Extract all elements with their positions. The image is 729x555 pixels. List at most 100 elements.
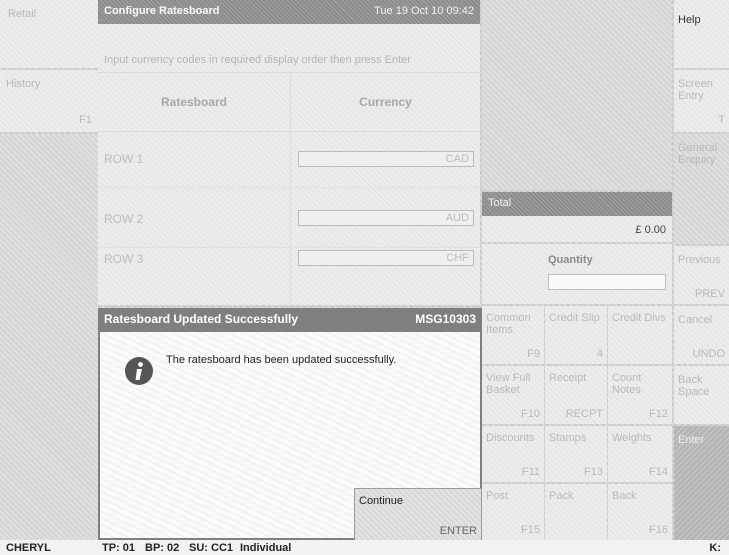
header-currency: Currency <box>290 73 480 131</box>
total-amount: £ 0.00 <box>635 224 666 236</box>
history-button[interactable]: History F1 <box>0 70 98 132</box>
screen-entry-button[interactable]: Screen Entry T <box>674 70 729 132</box>
screen-datetime: Tue 19 Oct 10 09:42 <box>374 5 474 17</box>
retail-label: Retail <box>8 8 37 20</box>
keypad-key: F14 <box>649 466 668 478</box>
column-divider <box>290 248 291 305</box>
currency-field-row-2[interactable]: AUD <box>298 210 474 226</box>
row-label: ROW 2 <box>104 212 144 226</box>
keypad-key: 4 <box>596 348 603 360</box>
keypad-button[interactable]: Discounts F11 <box>482 426 544 482</box>
general-enquiry-label: General Enquiry <box>678 142 718 166</box>
keypad-label: Credit Divs <box>612 312 666 324</box>
keypad-button[interactable]: Credit Slip 4 <box>545 306 607 364</box>
previous-button[interactable]: Previous PREV <box>674 246 729 304</box>
table-row: ROW 3 CHF <box>98 248 480 305</box>
status-tp: TP: 01 <box>102 542 136 554</box>
history-key: F1 <box>79 114 92 126</box>
table-row: ROW 1 CAD <box>98 132 480 188</box>
row-label: ROW 3 <box>104 252 144 266</box>
cancel-button[interactable]: Cancel UNDO <box>674 306 729 364</box>
dialog-title-bar: Ratesboard Updated Successfully MSG10303 <box>98 308 482 330</box>
previous-key: PREV <box>695 288 725 300</box>
info-icon <box>124 356 154 386</box>
enter-button[interactable]: Enter <box>674 426 729 540</box>
screen-title: Configure Ratesboard <box>104 5 220 17</box>
status-mode: Individual <box>240 542 292 554</box>
left-panel-bottom <box>0 134 98 540</box>
help-label: Help <box>678 14 701 26</box>
keypad-key: F9 <box>527 348 540 360</box>
keypad-key: F15 <box>521 524 540 536</box>
keypad-button[interactable]: Pack <box>545 484 607 540</box>
keypad-label: Common Items <box>486 312 531 336</box>
previous-label: Previous <box>678 254 721 266</box>
column-divider <box>290 188 291 248</box>
screen-title-bar: Configure Ratesboard Tue 19 Oct 10 09:42 <box>98 0 480 24</box>
status-right: K: <box>709 542 721 554</box>
keypad-label: Back <box>612 490 637 502</box>
dialog-body: The ratesboard has been updated successf… <box>98 330 482 542</box>
dialog-title: Ratesboard Updated Successfully <box>104 312 299 326</box>
header-ratesboard: Ratesboard <box>160 95 228 109</box>
column-divider <box>290 132 291 188</box>
quantity-label: Quantity <box>548 254 593 266</box>
left-panel-top: Retail <box>0 0 98 68</box>
dialog-message: The ratesboard has been updated successf… <box>166 354 397 366</box>
screen-entry-label: Screen Entry <box>678 78 713 102</box>
continue-label: Continue <box>359 495 404 507</box>
quantity-input[interactable] <box>548 274 666 290</box>
continue-key: ENTER <box>439 525 477 537</box>
keypad-button[interactable]: View Full Basket F10 <box>482 366 544 424</box>
keypad-label: Count Notes <box>612 372 642 396</box>
keypad-key: F13 <box>584 466 603 478</box>
general-enquiry-button[interactable]: General Enquiry <box>674 134 729 244</box>
cancel-key: UNDO <box>692 348 725 360</box>
row-label: ROW 1 <box>104 152 144 166</box>
keypad-button[interactable]: Back F16 <box>608 484 672 540</box>
keypad-button[interactable]: Post F15 <box>482 484 544 540</box>
status-su: SU: CC1 <box>189 542 234 554</box>
keypad-button[interactable]: Credit Divs <box>608 306 672 364</box>
instruction-text: Input currency codes in required display… <box>104 54 411 66</box>
total-amount-box: £ 0.00 <box>482 216 672 242</box>
message-dialog: Ratesboard Updated Successfully MSG10303… <box>98 308 482 542</box>
config-screen: Configure Ratesboard Tue 19 Oct 10 09:42… <box>98 0 480 305</box>
keypad-label: Post <box>486 490 509 502</box>
status-user: CHERYL <box>6 542 51 554</box>
keypad-label: Stamps <box>549 432 587 444</box>
back-space-button[interactable]: Back Space <box>674 366 729 424</box>
continue-button[interactable]: Continue ENTER <box>354 488 482 542</box>
keypad-button[interactable]: Weights F14 <box>608 426 672 482</box>
history-label: History <box>6 78 41 90</box>
quantity-panel: Quantity <box>482 244 672 304</box>
table-header: Ratesboard Currency <box>98 72 480 132</box>
enter-label: Enter <box>678 434 705 446</box>
keypad-label: Discounts <box>486 432 535 444</box>
keypad-label: Pack <box>549 490 574 502</box>
keypad-label: View Full Basket <box>486 372 531 396</box>
keypad-key: F10 <box>521 408 540 420</box>
keypad-button[interactable]: Count Notes F12 <box>608 366 672 424</box>
screen-entry-key: T <box>718 114 725 126</box>
currency-field-row-1[interactable]: CAD <box>298 151 474 167</box>
back-space-label: Back Space <box>678 374 710 398</box>
keypad-button[interactable]: Receipt RECPT <box>545 366 607 424</box>
keypad-key: F16 <box>649 524 668 536</box>
keypad-label: Credit Slip <box>549 312 600 324</box>
dialog-code: MSG10303 <box>415 312 476 326</box>
cancel-label: Cancel <box>678 314 713 326</box>
total-bar: Total <box>482 192 672 216</box>
keypad-label: Receipt <box>549 372 587 384</box>
help-button[interactable]: Help <box>674 0 729 68</box>
top-right-blank <box>482 0 672 190</box>
keypad-key: F11 <box>521 466 540 478</box>
keypad-button[interactable]: Common Items F9 <box>482 306 544 364</box>
currency-field-row-3[interactable]: CHF <box>298 250 474 266</box>
total-label: Total <box>488 197 512 209</box>
keypad-key: F12 <box>649 408 668 420</box>
keypad-button[interactable]: Stamps F13 <box>545 426 607 482</box>
status-bar: CHERYL TP: 01 BP: 02 SU: CC1 Individual … <box>0 540 729 555</box>
table-row: ROW 2 AUD <box>98 188 480 248</box>
keypad-key: RECPT <box>565 408 603 420</box>
